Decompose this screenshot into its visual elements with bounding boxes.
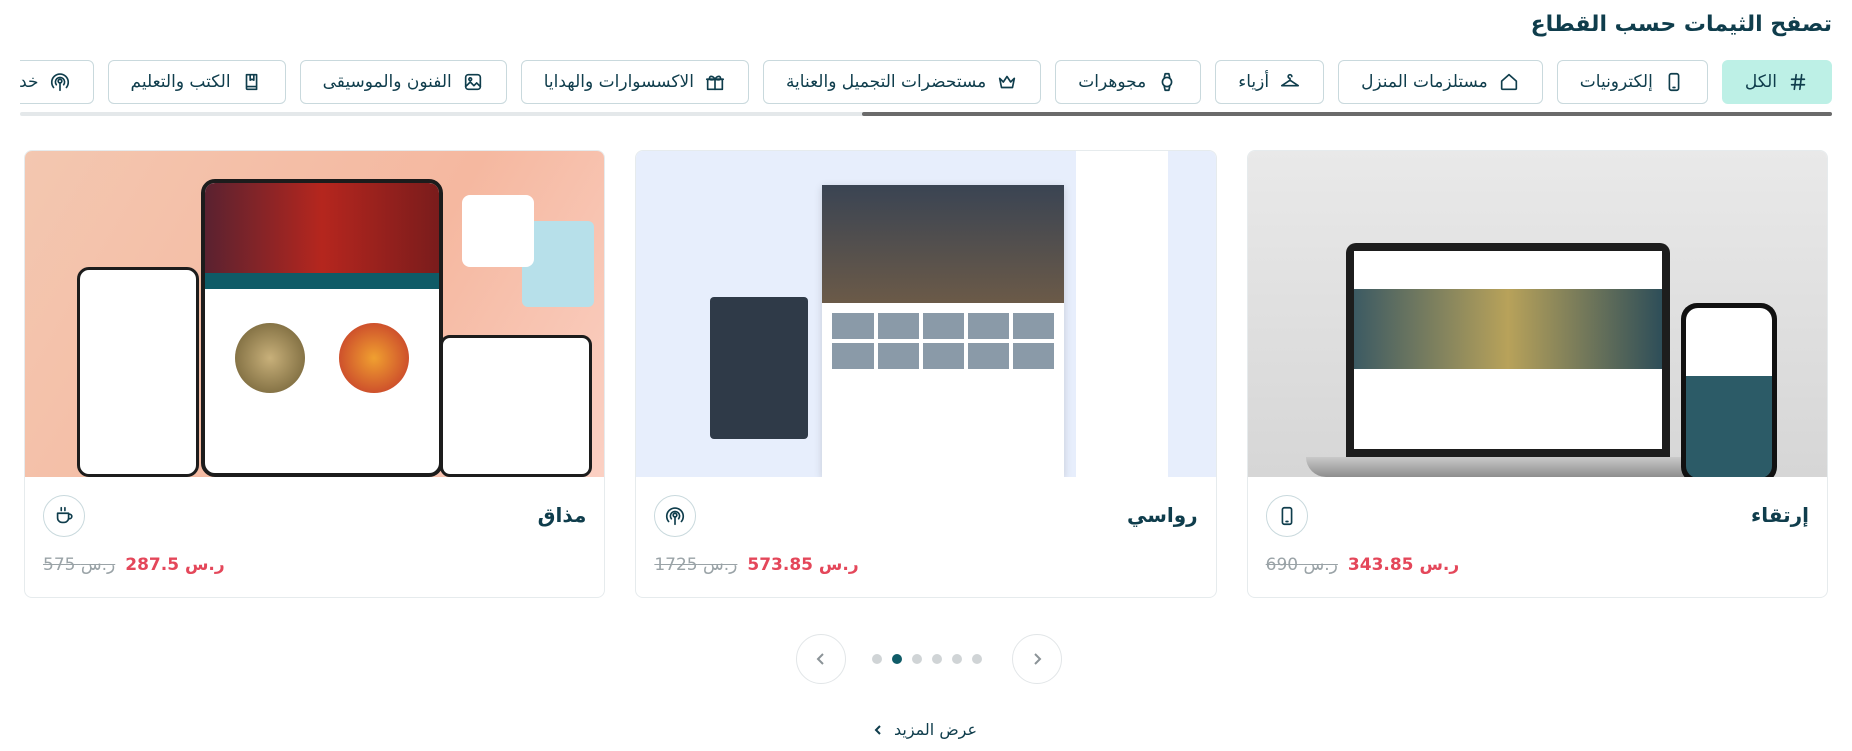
chips-scrollbar-track[interactable] <box>20 112 1832 116</box>
salad-image <box>462 195 535 267</box>
gift-icon <box>705 75 725 91</box>
price-row: 287.5 ر.س 575 ر.س <box>43 555 225 575</box>
chip-all[interactable]: الكل <box>1721 60 1832 104</box>
theme-name[interactable]: مذاق <box>538 503 587 527</box>
chip-label: مستحضرات التجميل والعناية <box>785 72 987 92</box>
chip-label: مجوهرات <box>1078 72 1147 92</box>
price-old: 1725 ر.س <box>654 555 738 575</box>
hash-icon <box>1790 73 1806 91</box>
chevron-left-icon <box>816 653 824 665</box>
hanger-icon <box>1280 73 1300 87</box>
chip-services[interactable]: خدمات <box>20 60 94 104</box>
category-chips: الكل إلكترونيات مستلزمات المنزل أزياء مج… <box>20 60 1832 104</box>
chip-arts-music[interactable]: الفنون والموسيقى <box>299 60 507 104</box>
price-old: 690 ر.س <box>1265 555 1338 575</box>
carousel-dot[interactable] <box>972 654 982 664</box>
theme-thumbnail[interactable] <box>1247 151 1827 477</box>
show-more-label: عرض المزيد <box>894 720 978 739</box>
prev-page-button[interactable] <box>796 634 846 684</box>
theme-cards: إرتقاء 343.85 ر.س 690 ر.س رواسي 573.85 ر… <box>24 150 1828 598</box>
category-chips-scroller[interactable]: الكل إلكترونيات مستلزمات المنزل أزياء مج… <box>20 60 1832 108</box>
broadcast-icon <box>666 507 685 526</box>
price-new: 573.85 ر.س <box>747 555 859 575</box>
show-more-link[interactable]: عرض المزيد <box>872 720 977 739</box>
theme-card-rawasi[interactable]: رواسي 573.85 ر.س 1725 ر.س <box>635 150 1217 598</box>
theme-browser: تصفح الثيمات حسب القطاع الكل إلكترونيات … <box>0 0 1852 751</box>
category-badge <box>43 495 86 537</box>
phone-icon <box>1668 72 1680 92</box>
chip-label: الفنون والموسيقى <box>322 72 452 92</box>
tablet-mockup <box>201 179 444 477</box>
chip-electronics[interactable]: إلكترونيات <box>1556 60 1708 104</box>
chip-label: الكل <box>1744 72 1777 92</box>
crown-icon <box>999 75 1016 89</box>
carousel-dot[interactable] <box>952 654 962 664</box>
phone-mockup <box>1681 303 1777 477</box>
sidebar-mockup <box>1075 151 1168 477</box>
carousel-dot-active[interactable] <box>892 654 902 664</box>
price-row: 573.85 ر.س 1725 ر.س <box>654 555 858 575</box>
price-old: 575 ر.س <box>43 555 116 575</box>
phone-mockup <box>440 335 593 477</box>
chevron-left-icon <box>874 724 881 735</box>
watch-icon <box>1161 72 1173 92</box>
chip-accessories-gifts[interactable]: الاكسسوارات والهدايا <box>520 60 749 104</box>
price-new: 287.5 ر.س <box>125 555 225 575</box>
carousel-dots <box>872 654 982 664</box>
home-icon <box>1500 73 1517 91</box>
chip-label: خدمات <box>20 72 39 92</box>
chip-jewelry[interactable]: مجوهرات <box>1055 60 1202 104</box>
laptop-mockup <box>1345 243 1670 457</box>
next-page-button[interactable] <box>1012 634 1062 684</box>
theme-card-mathaq[interactable]: مذاق 287.5 ر.س 575 ر.س <box>24 150 606 598</box>
chip-label: الكتب والتعليم <box>130 72 231 92</box>
carousel-dot[interactable] <box>932 654 942 664</box>
broadcast-icon <box>50 73 69 92</box>
chip-home-supplies[interactable]: مستلزمات المنزل <box>1338 60 1543 104</box>
cup-icon <box>56 506 73 524</box>
book-icon <box>245 73 257 91</box>
chip-fashion[interactable]: أزياء <box>1215 60 1325 104</box>
theme-thumbnail[interactable] <box>25 151 605 477</box>
chip-label: الاكسسوارات والهدايا <box>543 72 694 92</box>
desktop-mockup <box>822 185 1065 477</box>
chips-scrollbar-thumb[interactable] <box>862 112 1832 116</box>
carousel-dot[interactable] <box>872 654 882 664</box>
theme-name[interactable]: رواسي <box>1127 503 1198 527</box>
chip-books-education[interactable]: الكتب والتعليم <box>107 60 286 104</box>
chip-label: مستلزمات المنزل <box>1361 72 1488 92</box>
carousel-dot[interactable] <box>912 654 922 664</box>
theme-card-irtiqa[interactable]: إرتقاء 343.85 ر.س 690 ر.س <box>1246 150 1828 598</box>
chip-cosmetics[interactable]: مستحضرات التجميل والعناية <box>762 60 1042 104</box>
category-badge <box>654 495 697 537</box>
image-icon <box>464 73 481 91</box>
chip-label: إلكترونيات <box>1579 72 1653 92</box>
theme-name[interactable]: إرتقاء <box>1751 503 1809 527</box>
phone-icon <box>1281 506 1293 526</box>
section-title: تصفح الثيمات حسب القطاع <box>1530 12 1832 37</box>
price-row: 343.85 ر.س 690 ر.س <box>1266 555 1459 575</box>
mobile-mockup <box>710 297 809 439</box>
chip-label: أزياء <box>1238 72 1270 92</box>
price-new: 343.85 ر.س <box>1347 555 1460 575</box>
chevron-right-icon <box>1034 653 1042 665</box>
theme-thumbnail[interactable] <box>636 151 1216 477</box>
category-badge <box>1265 495 1308 537</box>
phone-mockup <box>77 267 200 477</box>
